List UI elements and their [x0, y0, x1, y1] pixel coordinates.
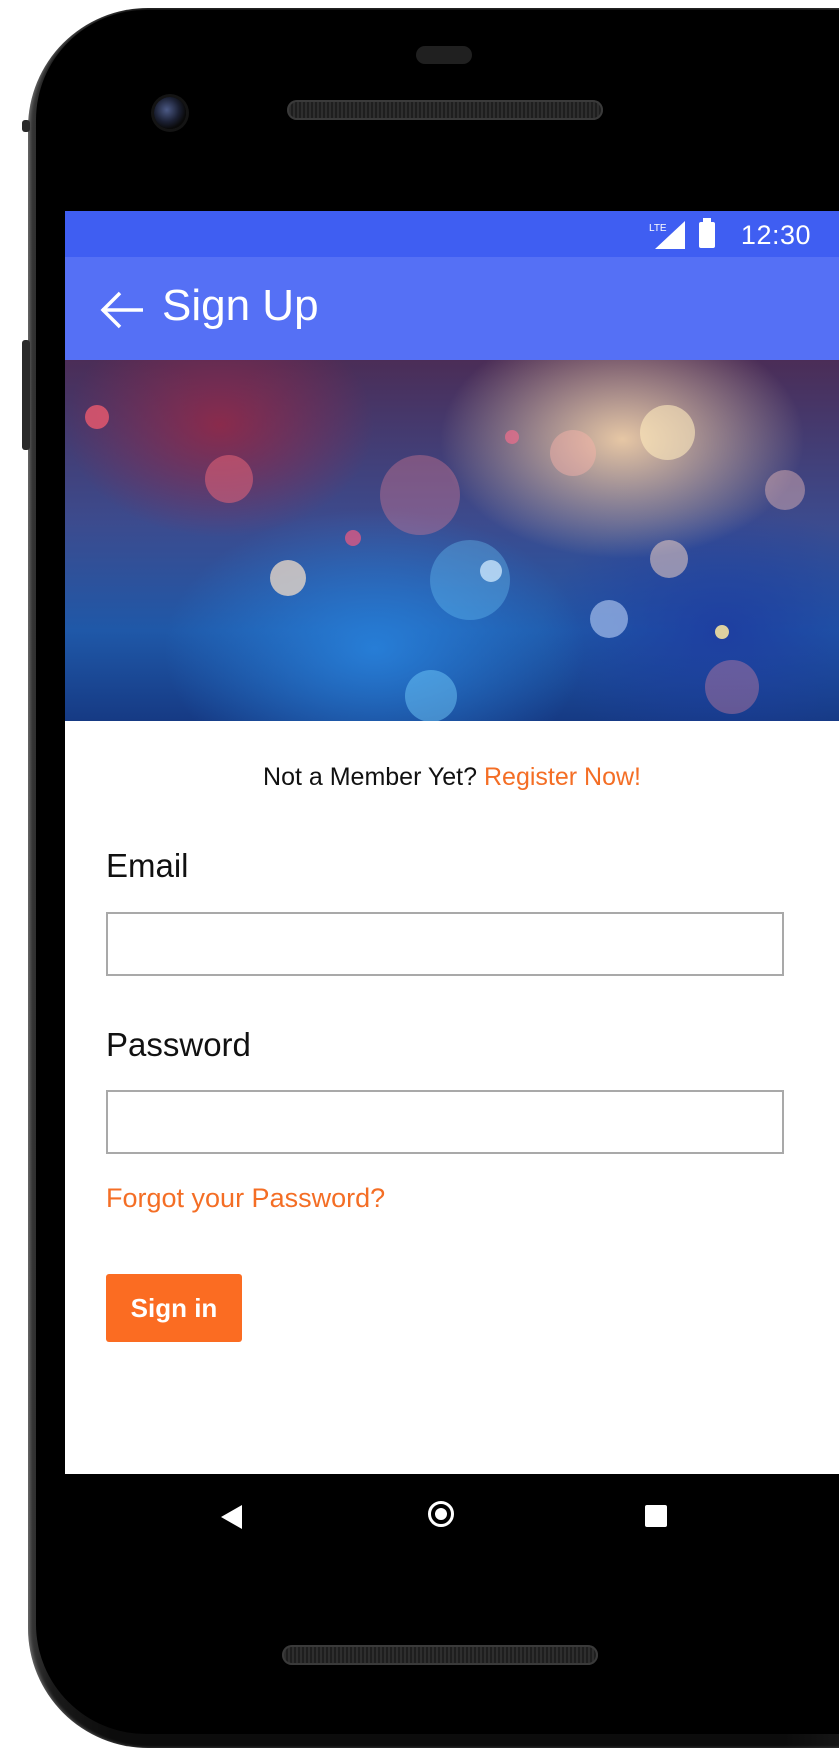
- bokeh-light: [480, 560, 502, 582]
- forgot-password-link[interactable]: Forgot your Password?: [106, 1183, 385, 1214]
- arrow-back-icon[interactable]: [99, 290, 145, 330]
- bokeh-light: [205, 455, 253, 503]
- bokeh-light: [270, 560, 306, 596]
- register-now-link[interactable]: Register Now!: [484, 763, 641, 791]
- bokeh-light: [705, 660, 759, 714]
- bokeh-light: [715, 625, 729, 639]
- svg-text:LTE: LTE: [649, 223, 667, 234]
- triangle-back-icon[interactable]: [221, 1505, 242, 1529]
- member-prompt-text: Not a Member Yet?: [263, 763, 478, 791]
- phone-top-slit: [416, 46, 472, 64]
- password-label: Password: [106, 1026, 251, 1063]
- bokeh-light: [345, 530, 361, 546]
- phone-screen: LTE 12:30 Sign Up Not a Member Yet? Regi: [65, 211, 839, 1474]
- email-label: Email: [106, 847, 189, 884]
- page-title: Sign Up: [162, 281, 319, 330]
- bokeh-light: [590, 600, 628, 638]
- bokeh-light: [550, 430, 596, 476]
- bokeh-light: [765, 470, 805, 510]
- status-bar: LTE 12:30: [65, 211, 839, 257]
- app-bar: Sign Up: [65, 257, 839, 360]
- phone-volume-button: [22, 340, 30, 450]
- circle-home-icon[interactable]: [428, 1501, 454, 1527]
- bokeh-light: [380, 455, 460, 535]
- bokeh-light: [640, 405, 695, 460]
- sign-in-button[interactable]: Sign in: [106, 1274, 242, 1342]
- email-field[interactable]: [106, 912, 784, 976]
- bokeh-lights-image: [65, 360, 839, 721]
- battery-icon: [699, 218, 715, 248]
- bokeh-light: [650, 540, 688, 578]
- bokeh-light: [405, 670, 457, 721]
- bottom-speaker-grille: [282, 1645, 598, 1665]
- status-time: 12:30: [740, 220, 811, 250]
- bokeh-light: [85, 405, 109, 429]
- bokeh-light: [430, 540, 510, 620]
- system-navigation-bar: [65, 1474, 839, 1562]
- member-prompt: Not a Member Yet? Register Now!: [65, 763, 839, 792]
- square-recents-icon[interactable]: [645, 1505, 667, 1527]
- front-camera: [154, 97, 186, 129]
- password-field[interactable]: [106, 1090, 784, 1154]
- phone-side-button: [22, 120, 30, 132]
- bokeh-light: [505, 430, 519, 444]
- lte-signal-icon: LTE: [649, 221, 685, 249]
- top-speaker-grille: [287, 100, 603, 120]
